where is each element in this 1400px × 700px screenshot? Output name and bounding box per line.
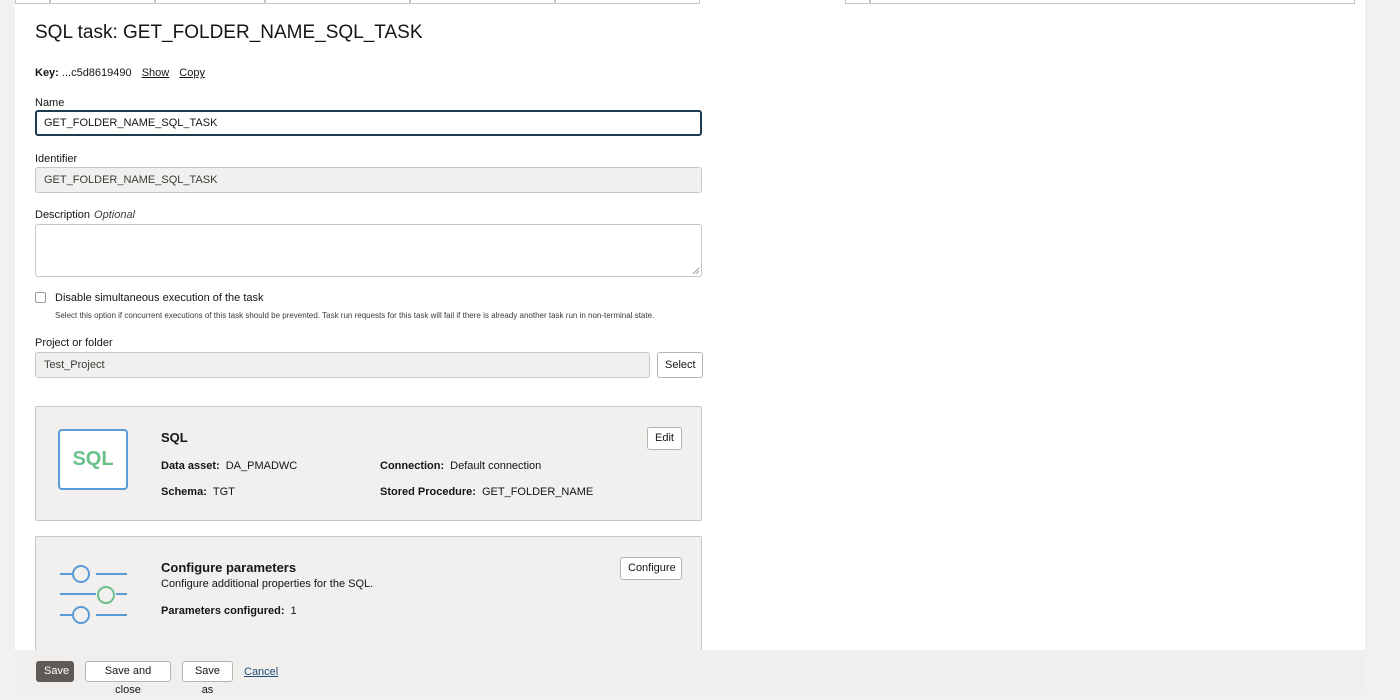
description-label-text: Description [35,209,91,221]
save-button[interactable]: Save [36,661,74,682]
footer-bar: Save Save and close Save as Cancel [15,650,1365,696]
tab-stub[interactable] [155,0,265,4]
sql-card-title: SQL [161,430,188,445]
disable-simultaneous-label: Disable simultaneous execution of the ta… [55,292,264,304]
project-label: Project or folder [35,337,113,349]
copy-key-link[interactable]: Copy [179,67,205,79]
description-label: Description Optional [35,209,135,221]
disable-simultaneous-checkbox[interactable] [35,292,46,303]
connection-row: Connection: Default connection [380,460,541,472]
tab-stub[interactable] [15,0,50,4]
connection-label: Connection: [380,460,445,472]
stored-procedure-row: Stored Procedure: GET_FOLDER_NAME [380,486,593,498]
show-key-link[interactable]: Show [142,67,170,79]
tab-stub[interactable] [265,0,410,4]
data-asset-value: DA_PMADWC [225,460,298,472]
schema-label: Schema: [161,486,207,498]
save-as-button[interactable]: Save as [182,661,233,696]
tab-stub[interactable] [410,0,555,4]
tab-stub[interactable] [555,0,700,4]
sliders-icon [60,565,127,624]
page-title: SQL task: GET_FOLDER_NAME_SQL_TASK [35,22,423,43]
project-input[interactable]: Test_Project [35,352,650,378]
schema-row: Schema: TGT [161,486,235,498]
configure-button[interactable]: Configure [620,557,682,580]
parameters-configured-row: Parameters configured: 1 [161,605,297,617]
schema-value: TGT [212,486,235,498]
connection-value: Default connection [450,460,542,472]
tab-stub[interactable] [845,0,870,4]
description-textarea[interactable] [35,224,702,277]
sql-icon: SQL [58,429,128,490]
data-asset-label: Data asset: [161,460,220,472]
optional-hint: Optional [94,209,136,221]
key-value: ...c5d8619490 [61,67,132,79]
resize-handle-icon[interactable] [692,267,699,274]
name-input[interactable]: GET_FOLDER_NAME_SQL_TASK [35,110,702,136]
save-and-close-button[interactable]: Save and close [85,661,171,696]
tab-strip [15,0,1365,4]
stored-procedure-label: Stored Procedure: [380,486,476,498]
params-card-title: Configure parameters [161,560,297,575]
stored-procedure-value: GET_FOLDER_NAME [481,486,594,498]
name-label: Name [35,97,65,109]
data-asset-row: Data asset: DA_PMADWC [161,460,297,472]
identifier-label: Identifier [35,153,78,165]
identifier-input[interactable]: GET_FOLDER_NAME_SQL_TASK [35,167,702,193]
edit-button[interactable]: Edit [647,427,682,450]
key-label: Key: [35,67,59,79]
cancel-link[interactable]: Cancel [244,666,278,678]
sql-card: SQL SQL Edit Data asset: DA_PMADWC Connec… [35,406,702,521]
parameters-configured-label: Parameters configured: [161,605,285,617]
parameters-configured-value: 1 [290,605,297,617]
params-card-subtitle: Configure additional properties for the … [161,578,374,590]
task-panel: SQL task: GET_FOLDER_NAME_SQL_TASK Key: … [15,0,1365,652]
disable-simultaneous-help: Select this option if concurrent executi… [55,311,655,320]
tab-stub[interactable] [870,0,1355,4]
params-card: Configure parameters Configure additiona… [35,536,702,652]
select-project-button[interactable]: Select [657,352,703,378]
key-line: Key: ...c5d8619490 Show Copy [35,67,205,79]
tab-stub[interactable] [50,0,155,4]
